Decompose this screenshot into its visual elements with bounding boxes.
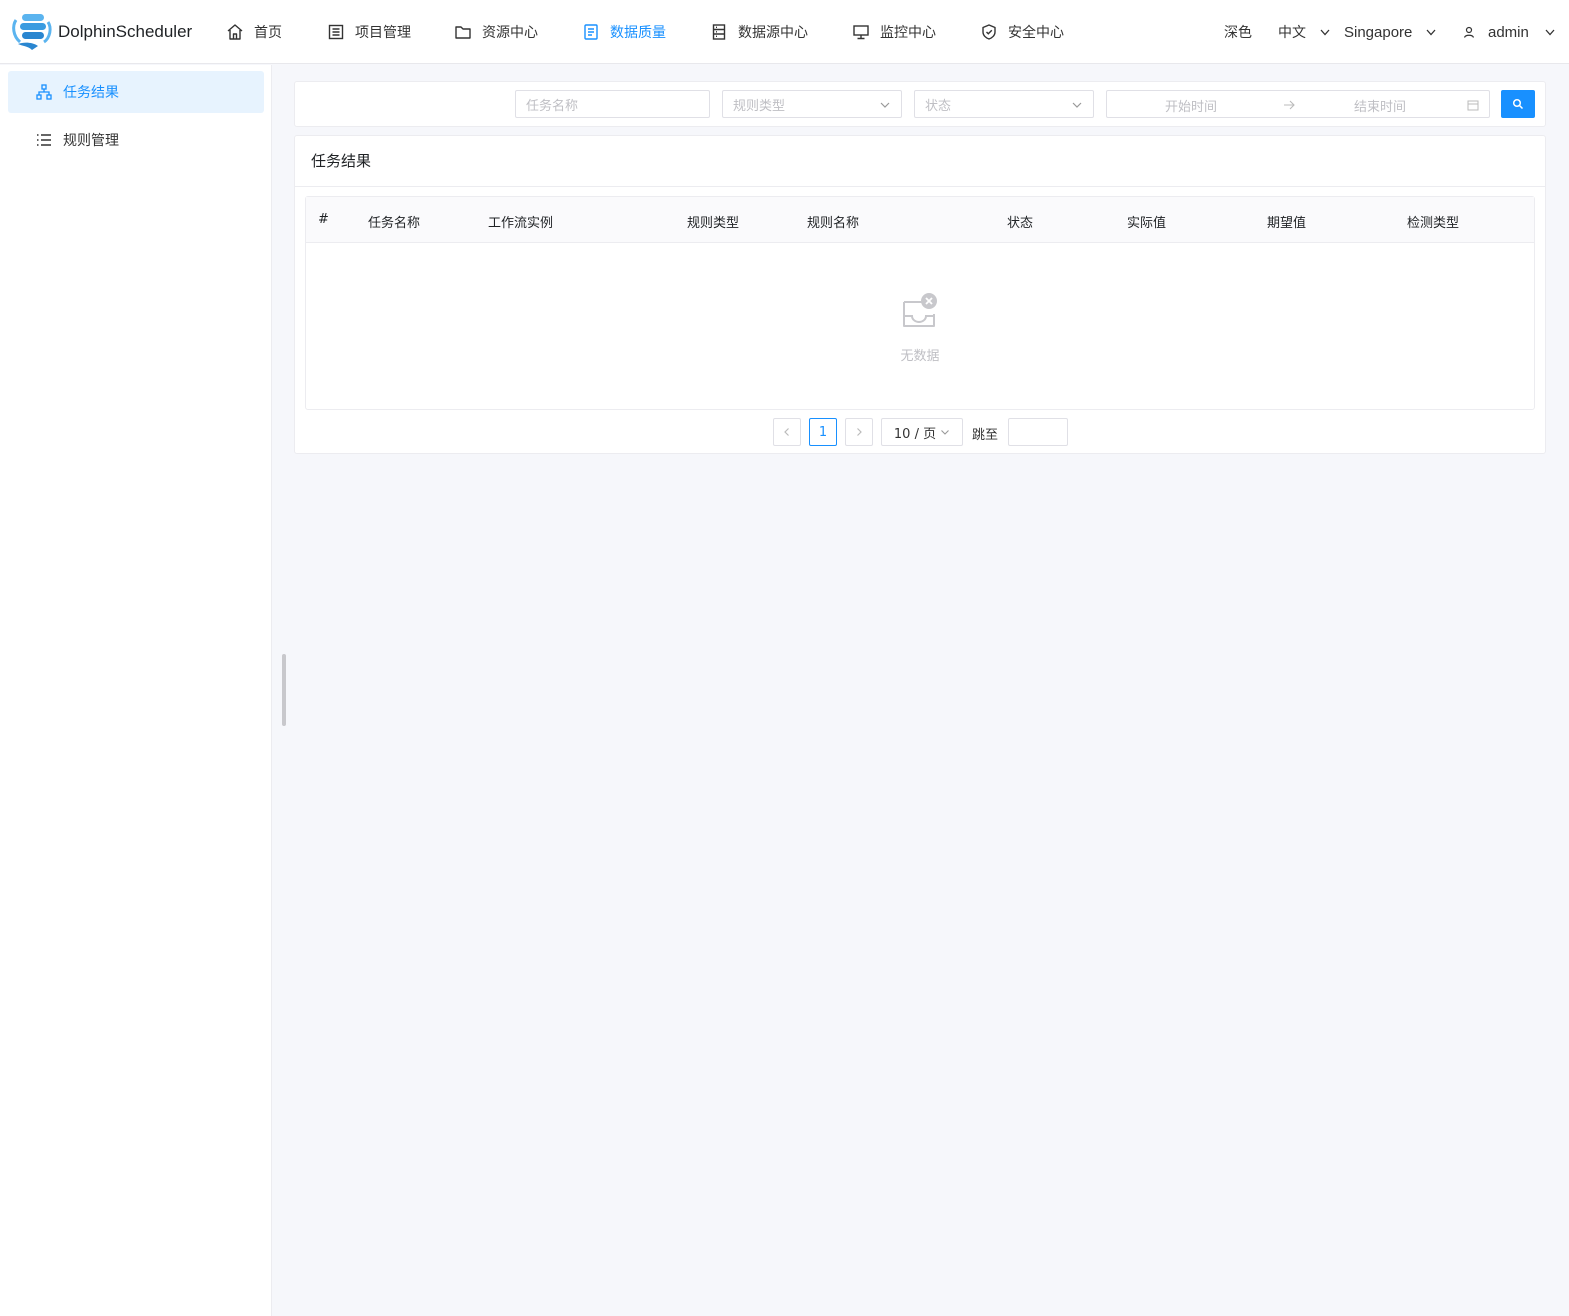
- home-icon: [227, 24, 243, 40]
- nav-label: 安全中心: [1008, 25, 1064, 41]
- page-number-button[interactable]: 1: [809, 418, 837, 446]
- arrow-right-icon: [1284, 100, 1295, 110]
- sidebar-resize-handle[interactable]: [282, 654, 286, 726]
- page-size-select[interactable]: 10 / 页: [881, 418, 963, 446]
- language-label: 中文: [1278, 25, 1306, 41]
- nav-resource[interactable]: 资源中心: [454, 20, 538, 44]
- data-quality-icon: [584, 24, 598, 40]
- jump-label: 跳至: [972, 428, 999, 443]
- chevron-down-icon: [941, 430, 949, 435]
- task-name-placeholder: 任务名称: [526, 98, 579, 114]
- shield-icon: [982, 24, 996, 40]
- nav-label: 资源中心: [482, 25, 538, 41]
- column-header-actual-value: 实际值: [1127, 216, 1167, 231]
- nav-data-quality[interactable]: 数据质量: [582, 20, 666, 44]
- timezone-select[interactable]: Singapore: [1344, 20, 1438, 44]
- empty-state: [306, 292, 1534, 336]
- sidebar-item-rule-management[interactable]: 规则管理: [8, 119, 264, 161]
- sidebar-item-label: 任务结果: [63, 85, 119, 101]
- page-size-label: 10 / 页: [893, 426, 937, 442]
- chevron-left-icon: [784, 428, 789, 436]
- user-menu[interactable]: admin: [1462, 20, 1557, 44]
- top-header: DolphinScheduler 首页 项目管理 资源中心 数据质量 数据源中心…: [0, 0, 1569, 64]
- user-icon: [1463, 26, 1475, 38]
- next-page-button[interactable]: [845, 418, 873, 446]
- nav-home[interactable]: 首页: [226, 20, 282, 44]
- theme-toggle[interactable]: 深色: [1224, 20, 1252, 44]
- chevron-down-icon: [1072, 102, 1082, 108]
- nav-datasource[interactable]: 数据源中心: [710, 20, 808, 44]
- sidebar-item-label: 规则管理: [63, 133, 119, 149]
- task-result-card: 任务结果 # 任务名称 工作流实例 规则类型 规则名称 状态 实际值 期望值 检…: [294, 135, 1546, 454]
- state-placeholder: 状态: [925, 98, 952, 114]
- dolphin-logo-icon: [10, 12, 54, 52]
- column-header-rule-type: 规则类型: [687, 216, 740, 231]
- app-name: DolphinScheduler: [58, 22, 193, 41]
- nav-label: 数据源中心: [738, 25, 808, 41]
- project-icon: [328, 24, 344, 40]
- chevron-right-icon: [857, 428, 862, 436]
- list-icon: [37, 134, 51, 146]
- column-header-rule-name: 规则名称: [807, 216, 860, 231]
- calendar-icon: [1467, 100, 1479, 111]
- current-page: 1: [818, 424, 828, 440]
- column-header-check-type: 检测类型: [1407, 216, 1460, 231]
- sidebar: 任务结果 规则管理: [0, 65, 272, 1316]
- app-logo[interactable]: DolphinScheduler: [10, 12, 192, 52]
- search-button[interactable]: [1501, 90, 1535, 118]
- rule-type-placeholder: 规则类型: [733, 98, 786, 114]
- column-header-task-name: 任务名称: [368, 216, 421, 231]
- card-divider: [295, 186, 1545, 187]
- card-title: 任务结果: [311, 152, 372, 170]
- rule-type-select[interactable]: 规则类型: [722, 90, 902, 118]
- table-header: # 任务名称 工作流实例 规则类型 规则名称 状态 实际值 期望值 检测类型: [306, 197, 1534, 243]
- nav-label: 首页: [254, 25, 282, 41]
- search-icon: [1512, 98, 1524, 110]
- monitor-icon: [853, 25, 869, 40]
- nav-label: 数据质量: [610, 25, 666, 41]
- date-range-picker[interactable]: 开始时间 结束时间: [1106, 90, 1490, 118]
- timezone-label: Singapore: [1344, 23, 1413, 41]
- end-time-placeholder: 结束时间: [1354, 100, 1407, 115]
- user-name: admin: [1488, 23, 1529, 41]
- nav-security[interactable]: 安全中心: [980, 20, 1064, 44]
- chevron-down-icon: [1320, 29, 1330, 36]
- task-result-icon: [36, 84, 52, 100]
- column-header-expected-value: 期望值: [1267, 216, 1307, 231]
- chevron-down-icon: [1426, 29, 1436, 36]
- column-header-state: 状态: [1007, 216, 1034, 231]
- start-time-placeholder: 开始时间: [1165, 100, 1218, 115]
- nav-label: 项目管理: [355, 25, 411, 41]
- prev-page-button[interactable]: [773, 418, 801, 446]
- folder-icon: [455, 26, 471, 39]
- nav-monitor[interactable]: 监控中心: [852, 20, 936, 44]
- datasource-icon: [712, 24, 726, 40]
- chevron-down-icon: [1545, 29, 1555, 36]
- language-select[interactable]: 中文: [1278, 20, 1332, 44]
- filter-bar: 任务名称 规则类型 状态 开始时间 结束时间: [294, 81, 1546, 127]
- sidebar-item-task-result[interactable]: 任务结果: [8, 71, 264, 113]
- chevron-down-icon: [880, 102, 890, 108]
- empty-text: 无数据: [900, 349, 940, 364]
- state-select[interactable]: 状态: [914, 90, 1094, 118]
- nav-project[interactable]: 项目管理: [327, 20, 411, 44]
- result-table: # 任务名称 工作流实例 规则类型 规则名称 状态 实际值 期望值 检测类型 无…: [305, 196, 1535, 410]
- task-name-input[interactable]: 任务名称: [515, 90, 710, 118]
- jump-page-input[interactable]: [1008, 418, 1068, 446]
- theme-label: 深色: [1224, 25, 1252, 41]
- column-header-index: #: [318, 212, 329, 227]
- nav-label: 监控中心: [880, 25, 936, 41]
- column-header-workflow-instance: 工作流实例: [488, 216, 554, 231]
- empty-inbox-icon: [903, 293, 937, 327]
